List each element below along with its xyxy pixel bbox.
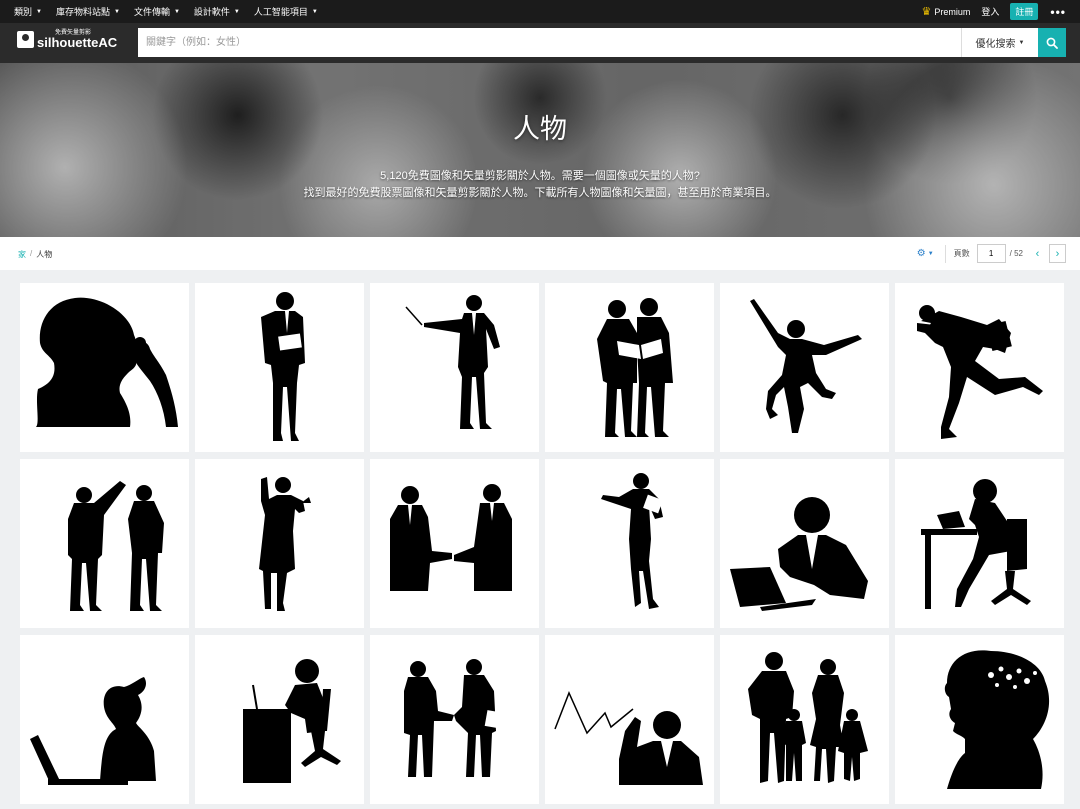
breadcrumb: 家 / 人物 [18,249,52,260]
top-nav-file-transfer[interactable]: 文件傳輸 ▼ [134,5,180,18]
thumbnail-card[interactable] [195,283,364,452]
businesswoman-cheering-image [259,477,311,611]
woman-phone-desk-chair-image [921,479,1031,609]
banner-overlay [0,63,1080,237]
gear-icon: ⚙ [916,248,926,259]
top-nav-label: 庫存物料站點 [55,7,110,17]
breadcrumb-current: 人物 [36,250,53,259]
thumbnail-card[interactable] [720,283,889,452]
businessmen-handshake-2-image [404,659,500,777]
thumbnail-card[interactable] [895,283,1064,452]
thumbnail-card[interactable] [370,283,539,452]
search-icon [1046,37,1058,49]
businesswoman-presenting-image [601,473,663,609]
caret-down-icon: ▼ [36,8,42,15]
thumbnail-card[interactable] [545,283,714,452]
login-link[interactable]: 登入 [981,5,999,18]
operator-headset-desk-image [243,659,341,783]
caret-down-icon: ▼ [311,8,318,15]
top-bar: 類別 ▼ 庫存物料站點 ▼ 文件傳輸 ▼ 設計軟件 ▼ 人工智能項目 ▼ ♛ Premiu… [0,0,1080,23]
breadcrumb-bar: 家 / 人物 ⚙ ▼ 頁數 / 52 ‹ › [0,237,1080,270]
caret-down-icon: ▼ [173,8,180,15]
page-total: / 52 [1009,249,1023,258]
thumbnail-card[interactable] [195,459,364,628]
prev-page-button[interactable]: ‹ [1029,244,1046,263]
search-option-dropdown[interactable]: 優化搜索 ▼ [961,28,1038,57]
breadcrumb-separator: / [30,249,33,258]
premium-link[interactable]: ♛ Premium [921,5,970,18]
woman-jumping-joy-image [750,299,862,433]
pagination: ⚙ ▼ 頁數 / 52 ‹ › [917,244,1066,263]
thumbnail-card[interactable] [20,635,189,804]
logo-title: silhouetteAC [37,35,118,50]
header: 免費矢量剪影 silhouetteAC 優化搜索 ▼ [0,23,1080,63]
top-nav-label: 設計軟件 [193,7,230,17]
caret-down-icon: ▼ [233,8,240,15]
businessmen-handshake-image [390,484,512,591]
chevron-left-icon: ‹ [1035,247,1040,260]
top-nav-stock-sites[interactable]: 庫存物料站點 ▼ [56,5,120,18]
breadcrumb-home-link[interactable]: 家 [18,249,26,260]
top-nav-ai-projects[interactable]: 人工智能項目 ▼ [254,5,318,18]
caret-down-icon: ▼ [113,8,120,15]
page-number-input[interactable] [976,244,1006,263]
chevron-right-icon: › [1055,247,1060,260]
logo-icon [17,31,34,48]
search-button[interactable] [1038,28,1066,57]
thumbnail-card[interactable] [895,459,1064,628]
thumbnail-card[interactable] [895,635,1064,804]
businessman-pointing-stick-image [405,295,500,429]
thumbnail-card[interactable] [370,635,539,804]
businessman-holding-document-image [261,292,305,441]
next-page-button[interactable]: › [1049,244,1066,263]
two-workers-reading-document-image [597,298,673,437]
woman-head-profile-thinking-image [36,297,178,427]
top-nav-categories[interactable]: 類別 ▼ [14,5,42,18]
thumbnail-card[interactable] [20,283,189,452]
caret-down-icon: ▼ [927,250,934,257]
banner-description-line-1: 5,120免費圖像和矢量剪影關於人物。需要一個圖像或矢量的人物? [380,170,700,182]
businessman-running-phone-image [917,305,1043,439]
thumbnail-card[interactable] [545,635,714,804]
more-menu-icon[interactable]: ••• [1050,5,1066,19]
divider [944,244,946,263]
woman-laptop-profile-image [30,677,156,785]
thumbnail-card[interactable] [720,635,889,804]
family-walking-image [748,652,868,783]
thumbnail-card[interactable] [720,459,889,628]
category-banner: 人物 5,120免費圖像和矢量剪影關於人物。需要一個圖像或矢量的人物? 找到最好… [0,63,1080,237]
search-input[interactable] [138,28,961,57]
thumbnail-card[interactable] [20,459,189,628]
banner-description-line-2: 找到最好的免費股票圖像和矢量剪影關於人物。下載所有人物圖像和矢量圖，甚至用於商業… [303,187,777,199]
thumbnail-card[interactable] [545,459,714,628]
page-label: 頁數 [953,249,970,258]
woman-head-flowers-image [944,650,1050,789]
page-title: 人物 [513,114,567,144]
logo-text: 免費矢量剪影 silhouetteAC [37,30,117,49]
thumbnail-card[interactable] [195,635,364,804]
thumbnail-card[interactable] [370,459,539,628]
top-nav: 類別 ▼ 庫存物料站點 ▼ 文件傳輸 ▼ 設計軟件 ▼ 人工智能項目 ▼ [14,5,318,18]
businessman-chart-fist-image [554,691,703,785]
man-laptop-desk-image [730,497,868,611]
search-option-label: 優化搜索 [975,39,1016,50]
caret-down-icon: ▼ [1018,39,1025,46]
settings-dropdown[interactable]: ⚙ ▼ [917,248,934,259]
search-bar: 優化搜索 ▼ [138,28,1066,57]
premium-label: Premium [934,6,971,17]
top-nav-label: 文件傳輸 [133,7,170,17]
site-logo[interactable]: 免費矢量剪影 silhouetteAC [17,30,117,49]
register-button[interactable]: 註冊 [1010,3,1039,20]
top-nav-label: 人工智能項目 [253,7,308,17]
two-workers-pointing-image [68,481,164,611]
top-nav-label: 類別 [14,7,33,17]
top-nav-design-software[interactable]: 設計軟件 ▼ [194,5,240,18]
top-right-links: ♛ Premium 登入 註冊 ••• [921,0,1080,23]
crown-icon: ♛ [921,6,932,18]
